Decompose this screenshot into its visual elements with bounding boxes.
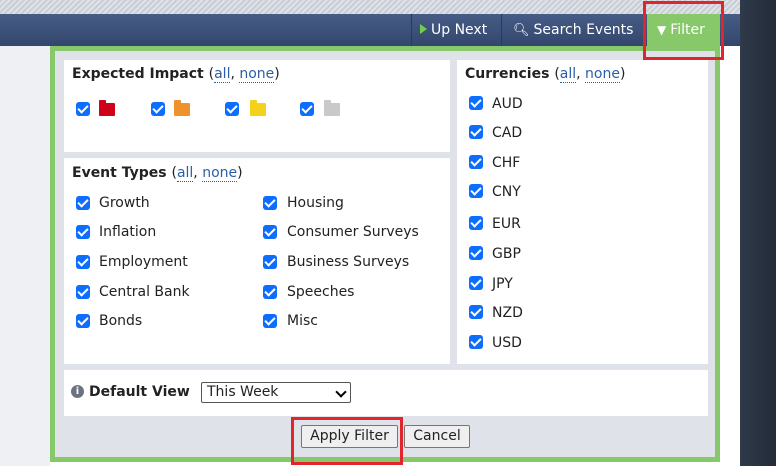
currencies-title: Currencies xyxy=(465,66,550,82)
event-label-bonds: Bonds xyxy=(99,313,143,329)
event-label-inflation: Inflation xyxy=(99,224,157,240)
impact-nonecon-icon xyxy=(324,100,340,116)
currency-checkbox-nzd[interactable] xyxy=(469,305,483,319)
currency-label-jpy: JPY xyxy=(492,276,513,292)
search-events-tab[interactable]: 🔍︎ Search Events xyxy=(501,14,646,46)
event-label-misc: Misc xyxy=(287,313,318,329)
impact-all-link[interactable]: all xyxy=(214,66,231,83)
impact-title: Expected Impact xyxy=(72,66,204,82)
chevron-down-icon xyxy=(335,386,347,398)
event-label-housing: Housing xyxy=(287,195,344,211)
apply-filter-button[interactable]: Apply Filter xyxy=(301,425,398,448)
currency-label-cny: CNY xyxy=(492,184,521,200)
search-icon: 🔍︎ xyxy=(513,23,530,38)
event-checkbox-misc[interactable] xyxy=(263,314,277,328)
currency-label-usd: USD xyxy=(492,335,522,351)
currency-checkbox-eur[interactable] xyxy=(469,216,483,230)
funnel-icon: ▼ xyxy=(657,23,667,37)
currency-checkbox-cny[interactable] xyxy=(469,184,483,198)
impact-nonecon-checkbox[interactable] xyxy=(300,102,314,116)
event-checkbox-bonds[interactable] xyxy=(76,314,90,328)
event-label-consumer-surveys: Consumer Surveys xyxy=(287,224,419,240)
event-checkbox-housing[interactable] xyxy=(263,196,277,210)
event-checkbox-central-bank[interactable] xyxy=(76,285,90,299)
default-view-selected: This Week xyxy=(207,384,279,400)
event-checkbox-speeches[interactable] xyxy=(263,285,277,299)
events-none-link[interactable]: none xyxy=(202,165,238,182)
filter-panel-top-border xyxy=(50,46,720,51)
event-label-central-bank: Central Bank xyxy=(99,284,190,300)
event-label-employment: Employment xyxy=(99,254,188,270)
event-label-speeches: Speeches xyxy=(287,284,355,300)
currencies-none-link[interactable]: none xyxy=(585,66,620,83)
filter-tab[interactable]: ▼ Filter xyxy=(647,14,720,50)
event-label-business-surveys: Business Surveys xyxy=(287,254,410,270)
left-gutter xyxy=(0,46,50,466)
currencies-all-link[interactable]: all xyxy=(559,66,577,83)
event-types-heading: Event Types (all, none) xyxy=(72,165,243,182)
currency-label-eur: EUR xyxy=(492,216,521,232)
currency-label-gbp: GBP xyxy=(492,246,521,262)
currency-checkbox-jpy[interactable] xyxy=(469,276,483,290)
top-stripe xyxy=(0,0,740,14)
event-checkbox-inflation[interactable] xyxy=(76,225,90,239)
impact-heading: Expected Impact (all, none) xyxy=(72,66,280,83)
currency-checkbox-aud[interactable] xyxy=(469,96,483,110)
default-view-select[interactable]: This Week xyxy=(201,382,351,403)
currency-label-aud: AUD xyxy=(492,96,523,112)
search-events-label: Search Events xyxy=(533,22,634,38)
event-label-growth: Growth xyxy=(99,195,150,211)
currency-checkbox-gbp[interactable] xyxy=(469,246,483,260)
currency-checkbox-cad[interactable] xyxy=(469,125,483,139)
impact-low-checkbox[interactable] xyxy=(225,102,239,116)
up-next-tab[interactable]: Up Next xyxy=(411,14,500,46)
event-checkbox-consumer-surveys[interactable] xyxy=(263,225,277,239)
default-view-label: Default View xyxy=(89,384,190,400)
impact-high-checkbox[interactable] xyxy=(76,102,90,116)
impact-low-icon xyxy=(250,100,266,116)
currency-checkbox-chf[interactable] xyxy=(469,155,483,169)
impact-high-icon xyxy=(99,100,115,116)
currencies-heading: Currencies (all, none) xyxy=(465,66,626,83)
right-dark-pane xyxy=(740,0,776,466)
event-checkbox-employment[interactable] xyxy=(76,255,90,269)
impact-medium-icon xyxy=(174,100,190,116)
currency-checkbox-usd[interactable] xyxy=(469,335,483,349)
event-checkbox-growth[interactable] xyxy=(76,196,90,210)
currency-label-cad: CAD xyxy=(492,125,523,141)
play-icon xyxy=(420,24,427,34)
impact-none-link[interactable]: none xyxy=(239,66,275,83)
impact-medium-checkbox[interactable] xyxy=(151,102,165,116)
event-checkbox-business-surveys[interactable] xyxy=(263,255,277,269)
currency-label-nzd: NZD xyxy=(492,305,523,321)
info-icon: i xyxy=(71,385,84,398)
cancel-button[interactable]: Cancel xyxy=(404,425,470,448)
events-all-link[interactable]: all xyxy=(176,165,194,182)
event-types-title: Event Types xyxy=(72,165,167,181)
filter-label: Filter xyxy=(670,22,705,38)
up-next-label: Up Next xyxy=(431,22,488,38)
currency-label-chf: CHF xyxy=(492,155,521,171)
